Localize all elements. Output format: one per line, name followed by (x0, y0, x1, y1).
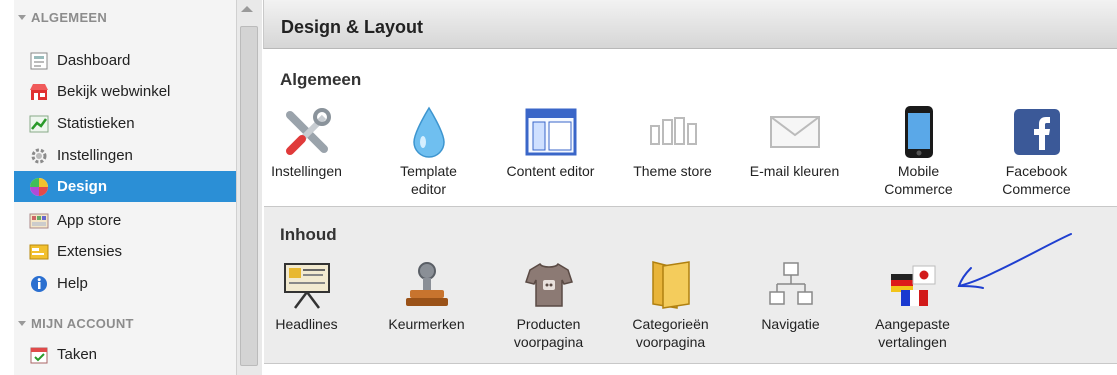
sidebar-item-instellingen[interactable]: Instellingen (14, 140, 236, 171)
gear-icon (28, 146, 49, 166)
page-title: Design & Layout (281, 17, 424, 37)
dashboard-icon (28, 51, 49, 71)
sidebar-item-design[interactable]: Design (14, 171, 236, 202)
layout-icon (521, 104, 581, 160)
presentation-icon (277, 257, 337, 313)
sidebar: ALGEMEEN Dashboard Bekijk webwinkel Stat… (0, 0, 262, 375)
tool-categorieen-voorpagina[interactable]: Categorieën voorpagina (608, 257, 733, 351)
extensions-icon (28, 242, 49, 262)
annotation-arrow-icon (957, 233, 1072, 289)
tool-template-editor[interactable]: Template editor (366, 104, 491, 198)
sitemap-icon (761, 257, 821, 313)
section-header-account[interactable]: MIJN ACCOUNT (18, 312, 134, 334)
color-wheel-icon (28, 177, 49, 197)
sidebar-item-dashboard[interactable]: Dashboard (14, 45, 236, 76)
panel-title-inhoud: Inhoud (280, 225, 337, 244)
columns-icon (643, 104, 703, 160)
tool-navigatie[interactable]: Navigatie (728, 257, 853, 333)
drop-icon (399, 104, 459, 160)
help-icon (28, 274, 49, 294)
tool-content-editor[interactable]: Content editor (488, 104, 613, 180)
envelope-icon (765, 104, 825, 160)
store-icon (28, 82, 49, 102)
title-bar: Design & Layout (263, 0, 1117, 49)
scroll-up-icon[interactable] (241, 6, 253, 12)
sidebar-item-app-store[interactable]: App store (14, 205, 236, 236)
sidebar-item-bekijk-webwinkel[interactable]: Bekijk webwinkel (14, 76, 236, 107)
tool-instellingen[interactable]: Instellingen (244, 104, 369, 180)
sidebar-item-help[interactable]: Help (14, 268, 236, 299)
chart-icon (28, 114, 49, 134)
tool-facebook-commerce[interactable]: Facebook Commerce (974, 104, 1099, 198)
flags-icon (883, 257, 943, 313)
sidebar-item-taken[interactable]: Taken (14, 339, 236, 370)
calendar-icon (28, 345, 49, 365)
stamp-icon (397, 257, 457, 313)
shirt-icon (519, 257, 579, 313)
facebook-icon (1007, 104, 1067, 160)
tool-theme-store[interactable]: Theme store (610, 104, 735, 180)
folder-icon (641, 257, 701, 313)
app-store-icon (28, 211, 49, 231)
tool-headlines[interactable]: Headlines (244, 257, 369, 333)
tool-email-kleuren[interactable]: E-mail kleuren (732, 104, 857, 180)
main-content: Design & Layout Algemeen Instellingen Te… (263, 0, 1117, 375)
collapse-icon (18, 14, 26, 20)
tool-mobile-commerce[interactable]: Mobile Commerce (856, 104, 981, 198)
collapse-icon (18, 320, 26, 326)
panel-algemeen: Algemeen Instellingen Template editor Co… (264, 50, 1117, 206)
sidebar-item-statistieken[interactable]: Statistieken (14, 108, 236, 139)
tool-producten-voorpagina[interactable]: Producten voorpagina (486, 257, 611, 351)
tools-icon (277, 104, 337, 160)
sidebar-item-extensies[interactable]: Extensies (14, 236, 236, 267)
phone-icon (889, 104, 949, 160)
tool-keurmerken[interactable]: Keurmerken (364, 257, 489, 333)
section-header-general[interactable]: ALGEMEEN (18, 6, 107, 28)
panel-title-algemeen: Algemeen (280, 70, 362, 89)
